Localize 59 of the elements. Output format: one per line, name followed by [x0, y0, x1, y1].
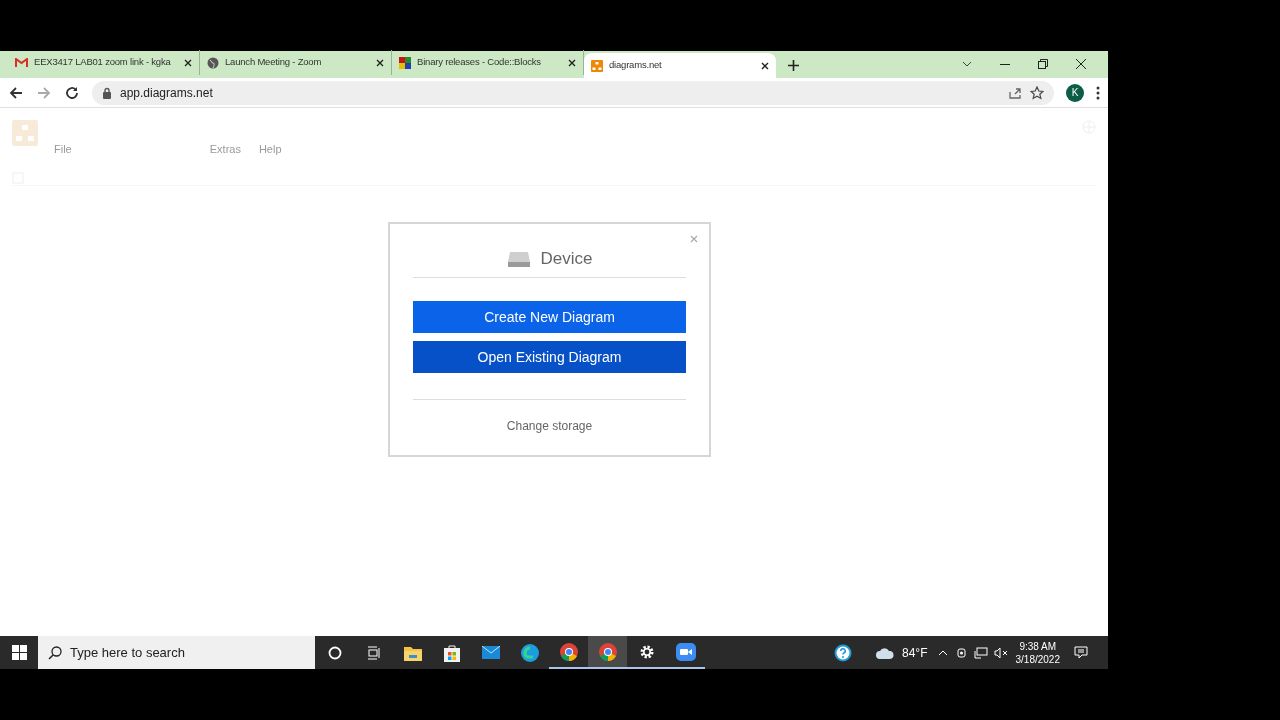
tab-title: Binary releases - Code::Blocks: [417, 55, 542, 70]
close-icon[interactable]: [1076, 59, 1086, 69]
four-squares-icon: [399, 56, 411, 69]
taskbar-search-field[interactable]: Type here to search: [38, 636, 315, 669]
chevron-down-icon[interactable]: [962, 61, 972, 67]
menu-icon[interactable]: [1096, 85, 1100, 100]
restore-icon[interactable]: [1038, 59, 1048, 69]
open-diagram-button[interactable]: Open Existing Diagram: [413, 341, 686, 373]
tab-title: EEX3417 LAB01 zoom link - kgka: [34, 55, 172, 70]
change-storage-link[interactable]: Change storage: [506, 417, 593, 435]
app-logo-icon: [12, 120, 38, 146]
windows-start-icon[interactable]: [11, 645, 27, 660]
search-placeholder: Type here to search: [70, 643, 185, 662]
close-icon[interactable]: [568, 58, 576, 67]
share-icon[interactable]: [1008, 85, 1022, 100]
muted-speaker-icon[interactable]: [993, 646, 1008, 659]
tab-title: diagrams.net: [609, 58, 663, 73]
video-camera-icon[interactable]: [675, 642, 696, 661]
hard-drive-icon: [506, 249, 531, 268]
notifications-icon[interactable]: [1074, 646, 1088, 659]
circle-icon[interactable]: [327, 645, 342, 660]
browser-tab[interactable]: diagrams.net: [584, 53, 776, 78]
address-field[interactable]: app.diagrams.net: [92, 80, 1054, 105]
camera-icon[interactable]: [955, 646, 968, 659]
browser-tab[interactable]: Launch Meeting - Zoom: [200, 50, 392, 75]
shopping-bag-icon[interactable]: [443, 643, 460, 662]
close-icon[interactable]: [376, 58, 384, 67]
url-text: app.diagrams.net: [120, 84, 214, 102]
clock-date[interactable]: 3/18/2022: [1015, 652, 1060, 666]
gear-icon[interactable]: [638, 643, 655, 660]
chevron-up-icon[interactable]: [937, 649, 948, 656]
profile-avatar[interactable]: K: [1066, 83, 1084, 102]
envelope-icon[interactable]: [481, 646, 500, 659]
diagram-logo-icon: [591, 59, 603, 72]
dialog-title: Device: [540, 247, 593, 270]
close-icon[interactable]: [761, 61, 769, 70]
create-diagram-button[interactable]: Create New Diagram: [413, 301, 686, 333]
new-tab-icon[interactable]: [788, 60, 799, 71]
cloud-icon[interactable]: [876, 646, 894, 659]
swirl-browser-icon[interactable]: [520, 643, 539, 662]
close-icon[interactable]: [184, 58, 192, 67]
lock-icon: [102, 86, 112, 99]
browser-tab[interactable]: EEX3417 LAB01 zoom link - kgka: [8, 50, 200, 75]
browser-tab[interactable]: Binary releases - Code::Blocks: [392, 50, 584, 75]
search-icon: [48, 645, 62, 660]
browser-circle-icon[interactable]: [598, 642, 617, 661]
network-icon[interactable]: [973, 646, 988, 659]
star-icon[interactable]: [1030, 85, 1044, 100]
temperature-text[interactable]: 84°F: [902, 643, 928, 662]
globe-icon: [207, 56, 219, 69]
help-icon[interactable]: [834, 643, 852, 662]
clock-time[interactable]: 9:38 AM: [1019, 639, 1057, 653]
reload-icon[interactable]: [64, 84, 80, 101]
envelope-icon: [15, 57, 28, 68]
folder-icon[interactable]: [403, 644, 422, 661]
browser-circle-icon[interactable]: [559, 642, 578, 661]
tab-title: Launch Meeting - Zoom: [225, 55, 323, 70]
task-view-icon[interactable]: [366, 645, 381, 660]
back-icon[interactable]: [8, 84, 24, 101]
